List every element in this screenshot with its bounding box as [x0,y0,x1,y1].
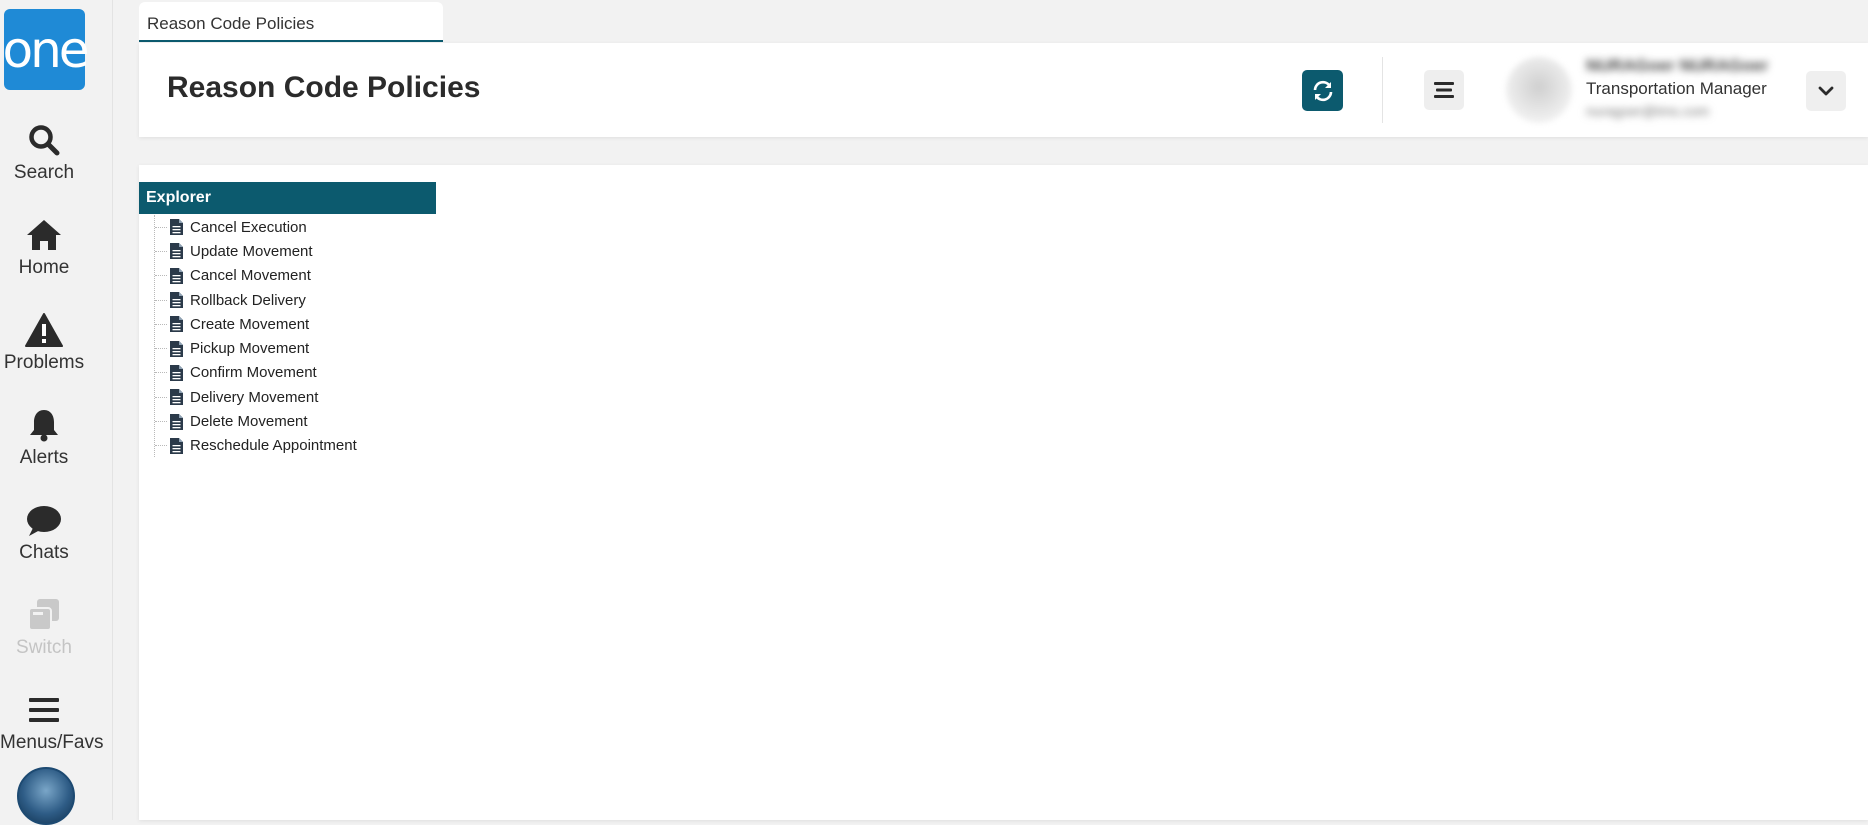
user-role: Transportation Manager [1586,79,1767,98]
tree-branch [155,445,167,447]
document-icon [170,243,183,260]
document-icon [170,340,183,357]
nav-home[interactable]: Home [0,217,88,279]
document-icon [170,267,183,284]
tree-item-cancel-execution[interactable]: Cancel Execution [149,215,549,239]
document-icon [170,316,183,333]
tree-branch [155,299,167,301]
search-icon [29,125,60,156]
nav-chats[interactable]: Chats [0,502,88,564]
chevron-down-icon [1818,86,1834,96]
app-logo[interactable]: one [2,9,90,90]
tree-item-label: Cancel Movement [190,267,311,285]
hamburger-icon [1434,82,1454,98]
tree-item-delivery-movement[interactable]: Delivery Movement [149,385,549,409]
nav-problems[interactable]: Problems [0,312,88,374]
page-header: Reason Code Policies NURAGoer NURAGoer T… [139,43,1868,137]
tree-item-label: Reschedule Appointment [190,437,357,455]
tab-reason-code-policies[interactable]: Reason Code Policies [139,2,443,42]
tree-branch [155,348,167,350]
tree-item-rollback-delivery[interactable]: Rollback Delivery [149,288,549,312]
tree-item-label: Rollback Delivery [190,291,306,309]
document-icon [170,219,183,236]
document-icon [170,389,183,406]
user-dropdown-button[interactable] [1806,71,1846,111]
tree-item-delete-movement[interactable]: Delete Movement [149,409,549,433]
tree-item-cancel-movement[interactable]: Cancel Movement [149,264,549,288]
nav-search-label: Search [13,162,75,183]
user-name: NURAGoer NURAGoer [1586,56,1769,75]
tree-item-label: Cancel Execution [190,218,307,236]
tree-item-label: Delivery Movement [190,388,319,406]
tree-item-reschedule-appointment[interactable]: Reschedule Appointment [149,434,549,458]
explorer-header: Explorer [139,182,436,214]
user-avatar[interactable] [1506,57,1572,123]
tree-branch [155,275,167,277]
warning-icon [25,313,63,347]
document-icon [170,292,183,309]
nav-alerts[interactable]: Alerts [0,407,88,469]
header-divider [1382,57,1383,123]
tree-item-label: Create Movement [190,315,310,333]
nav-switch-label: Switch [16,637,72,658]
tree-branch [155,396,167,398]
tree-item-confirm-movement[interactable]: Confirm Movement [149,361,549,385]
chat-icon [27,506,61,536]
content-panel: Explorer Cancel Execution Update Movemen… [139,165,1868,820]
left-nav: one Search Home Problems Alerts Chats Sw… [0,0,113,825]
home-icon [27,220,61,250]
tree-item-label: Update Movement [190,242,313,260]
tree-item-label: Confirm Movement [190,364,317,382]
tree-item-label: Pickup Movement [190,340,310,358]
document-icon [170,437,183,454]
tree-item-label: Delete Movement [190,413,308,431]
tree-branch [155,250,167,252]
tree-item-create-movement[interactable]: Create Movement [149,312,549,336]
bottom-avatar[interactable] [17,767,75,825]
tree-branch [155,372,167,374]
tree-branch [155,323,167,325]
document-icon [170,413,183,430]
refresh-button[interactable] [1302,70,1343,111]
switch-icon [28,599,59,631]
menu-icon [29,698,59,722]
nav-chats-label: Chats [19,542,69,563]
nav-switch[interactable]: Switch [0,597,88,659]
tree-item-update-movement[interactable]: Update Movement [149,239,549,263]
explorer-tree: Cancel Execution Update Movement Cancel … [149,215,549,458]
nav-problems-label: Problems [3,352,85,373]
hamburger-menu-button[interactable] [1424,70,1464,110]
user-email: nuragoer@tms.com [1586,103,1710,119]
nav-menus-favs[interactable]: Menus/Favs [0,692,104,754]
refresh-icon [1313,80,1332,101]
page-title: Reason Code Policies [167,71,481,104]
nav-alerts-label: Alerts [19,447,69,468]
tree-item-pickup-movement[interactable]: Pickup Movement [149,336,549,360]
nav-home-label: Home [18,257,70,278]
document-icon [170,364,183,381]
bell-icon [30,410,58,442]
tree-branch [155,421,167,423]
nav-search[interactable]: Search [0,122,88,184]
tree-branch [155,226,167,228]
nav-menus-favs-label: Menus/Favs [0,732,104,753]
